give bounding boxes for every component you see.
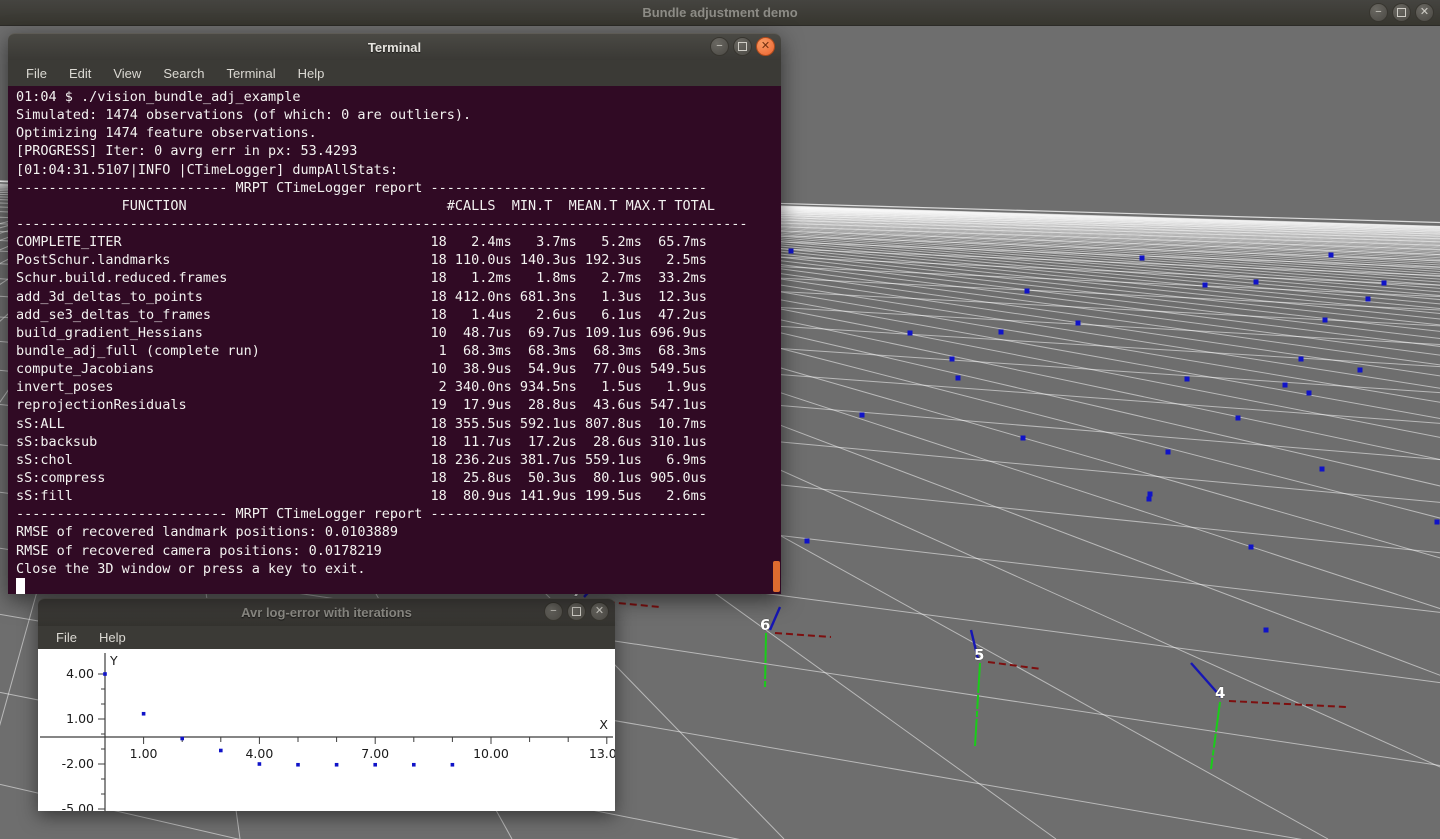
landmark-point [1283, 383, 1288, 388]
y-axis-label: Y [109, 653, 118, 668]
landmark-point [1025, 289, 1030, 294]
maximize-icon[interactable] [1392, 3, 1411, 22]
x-tick-label: 10.00 [473, 746, 509, 761]
landmark-point [1140, 256, 1145, 261]
terminal-scrollbar[interactable] [773, 561, 780, 592]
landmark-point [1166, 450, 1171, 455]
landmark-point [1021, 436, 1026, 441]
data-point [373, 763, 377, 767]
landmark-point [1299, 357, 1304, 362]
y-tick-label: -5.00 [62, 801, 94, 811]
landmark-point [1254, 280, 1259, 285]
terminal-menubar: FileEditViewSearchTerminalHelp [8, 60, 781, 86]
landmark-point [908, 331, 913, 336]
landmark-point [1236, 416, 1241, 421]
terminal-menu-file[interactable]: File [16, 63, 57, 84]
x-axis-label: X [599, 717, 608, 732]
minimize-icon[interactable]: − [544, 602, 563, 621]
close-icon[interactable]: ✕ [590, 602, 609, 621]
camera-label: 4 [1215, 684, 1225, 702]
landmark-point [1323, 318, 1328, 323]
close-icon[interactable]: ✕ [1415, 3, 1434, 22]
landmark-point [1249, 545, 1254, 550]
minimize-icon[interactable]: − [710, 37, 729, 56]
terminal-menu-terminal[interactable]: Terminal [217, 63, 286, 84]
landmark-point [1435, 520, 1440, 525]
landmark-point [805, 539, 810, 544]
plot-window-controls: − ✕ [544, 602, 609, 621]
terminal-window: Terminal − ✕ FileEditViewSearchTerminalH… [8, 33, 781, 594]
terminal-output[interactable]: 01:04 $ ./vision_bundle_adj_example Simu… [8, 86, 781, 594]
landmark-point [1320, 467, 1325, 472]
data-point [296, 763, 300, 767]
desktop: 7654 Bundle adjustment demo − ✕ Avr log-… [0, 0, 1440, 839]
landmark-point [1185, 377, 1190, 382]
landmark-point [1148, 492, 1153, 497]
data-point [180, 737, 184, 741]
landmark-point [1329, 253, 1334, 258]
camera-label: 6 [760, 616, 770, 634]
plot-window-title: Avr log-error with iterations [241, 605, 412, 620]
terminal-titlebar[interactable]: Terminal − ✕ [8, 33, 781, 60]
plot-window-titlebar[interactable]: Avr log-error with iterations − ✕ [38, 598, 615, 626]
x-tick-label: 4.00 [245, 746, 273, 761]
landmark-point [1382, 281, 1387, 286]
landmark-point [999, 330, 1004, 335]
plot-window: Avr log-error with iterations − ✕ FileHe… [38, 598, 615, 811]
data-point [258, 762, 262, 766]
data-point [412, 763, 416, 767]
terminal-menu-edit[interactable]: Edit [59, 63, 101, 84]
landmark-point [789, 249, 794, 254]
terminal-menu-view[interactable]: View [103, 63, 151, 84]
landmark-point [860, 413, 865, 418]
landmark-point [1307, 391, 1312, 396]
terminal-menu-help[interactable]: Help [288, 63, 335, 84]
main-window-title: Bundle adjustment demo [642, 5, 797, 20]
camera-label: 5 [974, 646, 984, 664]
plot-axes: Y X 1.00 4.00 7.00 10.00 13.00 4.00 1.00 -2.00 -5.… [40, 653, 615, 811]
data-point [219, 749, 223, 753]
data-point [335, 763, 339, 767]
y-tick-label: 1.00 [66, 711, 94, 726]
landmark-point [1203, 283, 1208, 288]
data-point [142, 712, 146, 716]
plot-menu-help[interactable]: Help [89, 627, 136, 648]
y-tick-label: 4.00 [66, 666, 94, 681]
maximize-icon[interactable] [733, 37, 752, 56]
terminal-window-controls: − ✕ [710, 37, 775, 56]
landmark-point [950, 357, 955, 362]
close-icon[interactable]: ✕ [756, 37, 775, 56]
minimize-icon[interactable]: − [1369, 3, 1388, 22]
terminal-text: 01:04 $ ./vision_bundle_adj_example Simu… [8, 86, 781, 578]
plot-menubar: FileHelp [38, 626, 615, 649]
plot-menu-file[interactable]: File [46, 627, 87, 648]
data-point [451, 763, 455, 767]
landmark-point [1076, 321, 1081, 326]
main-window-controls: − ✕ [1369, 3, 1434, 22]
landmark-point [1366, 297, 1371, 302]
plot-canvas: Y X 1.00 4.00 7.00 10.00 13.00 4.00 1.00 -2.00 -5.… [38, 649, 615, 811]
landmark-point [1147, 497, 1152, 502]
data-point [103, 672, 107, 676]
x-tick-label: 7.00 [361, 746, 389, 761]
terminal-cursor [16, 578, 25, 594]
landmark-point [1358, 368, 1363, 373]
terminal-menu-search[interactable]: Search [153, 63, 214, 84]
terminal-title: Terminal [368, 40, 421, 55]
x-tick-label: 13.00 [589, 746, 615, 761]
landmark-point [956, 376, 961, 381]
y-tick-label: -2.00 [62, 756, 94, 771]
main-window-titlebar[interactable]: Bundle adjustment demo − ✕ [0, 0, 1440, 26]
maximize-icon[interactable] [567, 602, 586, 621]
landmark-point [1264, 628, 1269, 633]
x-tick-label: 1.00 [130, 746, 158, 761]
